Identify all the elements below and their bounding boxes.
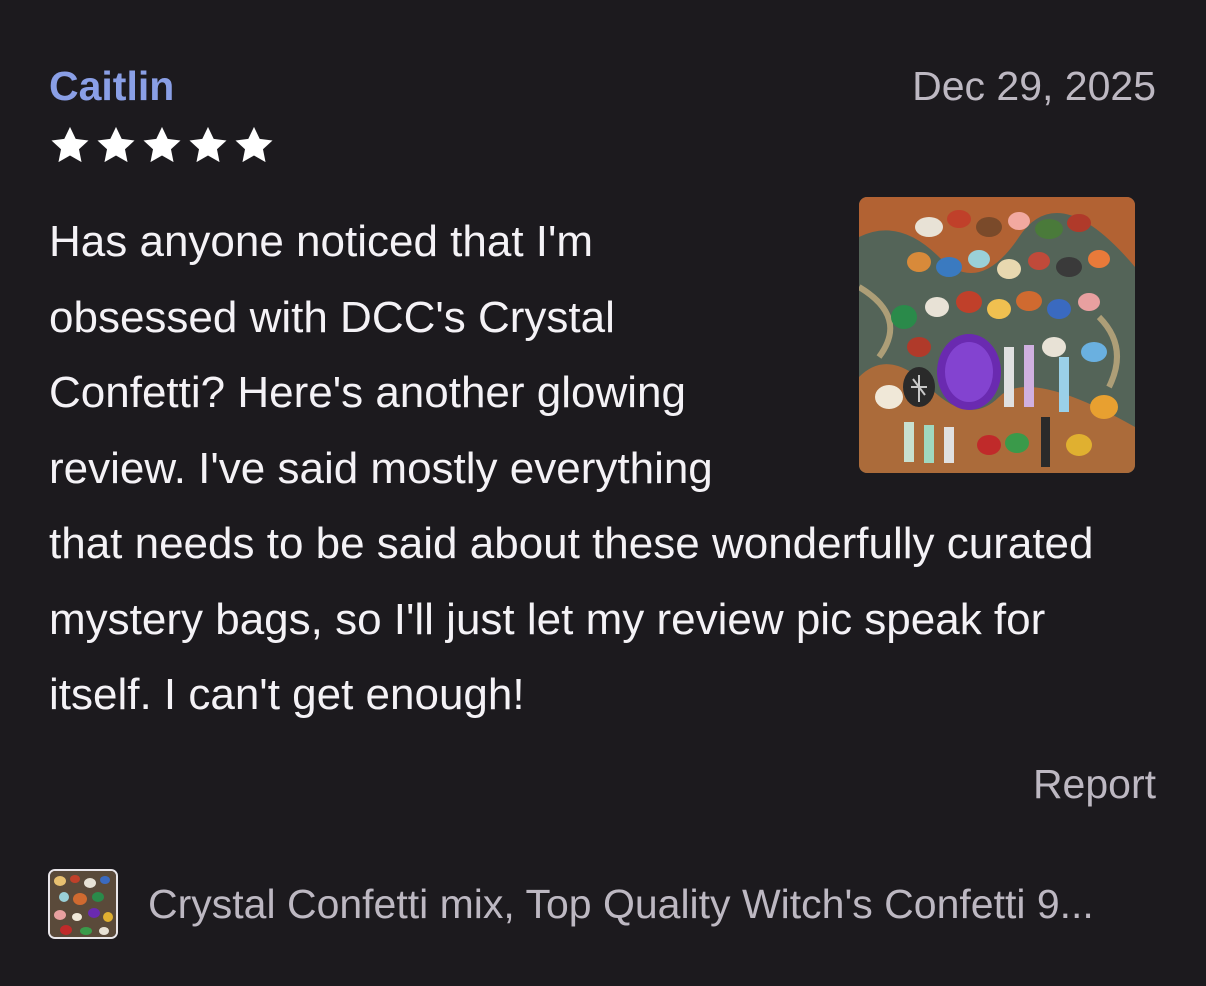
star-icon — [140, 124, 184, 168]
review-body: Has anyone noticed that I'm obsessed wit… — [49, 197, 1159, 733]
review-date: Dec 29, 2025 — [912, 63, 1156, 109]
reviewer-name-link[interactable]: Caitlin — [49, 62, 174, 110]
product-thumbnail-crystals — [50, 871, 116, 937]
product-title: Crystal Confetti mix, Top Quality Witch'… — [148, 881, 1094, 927]
review-photo-crystals — [859, 197, 1135, 473]
product-link[interactable]: Crystal Confetti mix, Top Quality Witch'… — [48, 866, 1158, 942]
star-icon — [48, 124, 92, 168]
star-rating — [48, 124, 276, 168]
star-icon — [232, 124, 276, 168]
star-icon — [186, 124, 230, 168]
product-thumbnail — [48, 869, 118, 939]
star-icon — [94, 124, 138, 168]
report-link[interactable]: Report — [1033, 760, 1156, 808]
review-card: Caitlin Dec 29, 2025 Has anyone noticed … — [0, 0, 1206, 986]
review-photo[interactable] — [859, 197, 1135, 473]
